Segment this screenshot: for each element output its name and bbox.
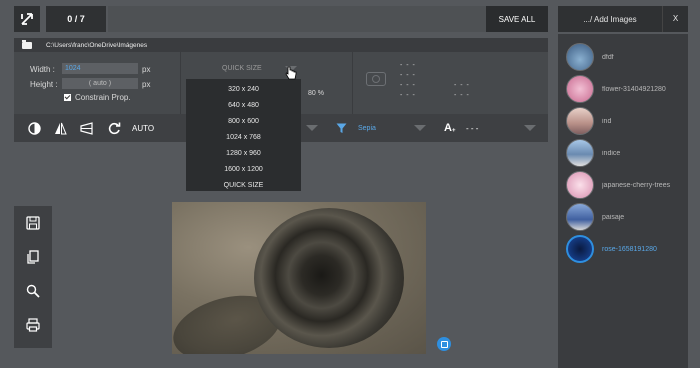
image-list-item[interactable]: dfdf xyxy=(566,42,688,72)
quick-size-option[interactable]: 1024 x 768 xyxy=(186,129,301,145)
exif-value: - - - xyxy=(454,82,470,89)
constrain-checkbox[interactable]: Constrain Prop. xyxy=(64,93,131,102)
chevron-down-icon[interactable] xyxy=(524,125,536,131)
exif-value: - - - xyxy=(400,62,416,69)
app-logo-icon[interactable] xyxy=(14,6,40,32)
hand-cursor-icon xyxy=(285,66,297,80)
image-list-item[interactable]: indice xyxy=(566,138,688,168)
contrast-icon[interactable] xyxy=(28,121,41,135)
constrain-label: Constrain Prop. xyxy=(75,93,131,102)
quick-size-option[interactable]: 1280 x 960 xyxy=(186,145,301,161)
flip-icon[interactable] xyxy=(54,121,67,135)
folder-icon[interactable] xyxy=(22,39,32,49)
text-size-value: - - - xyxy=(466,123,479,133)
camera-icon xyxy=(366,72,386,86)
filter-icon[interactable] xyxy=(336,121,347,135)
thumbnail xyxy=(566,75,594,103)
thumbnail xyxy=(566,107,594,135)
image-preview[interactable] xyxy=(172,202,426,354)
close-button[interactable]: X xyxy=(662,6,688,32)
top-strip xyxy=(108,6,486,32)
save-all-button[interactable]: SAVE ALL xyxy=(486,6,548,32)
quick-size-option[interactable]: QUICK SIZE xyxy=(186,177,301,193)
image-name: dfdf xyxy=(602,53,614,61)
photo-rose xyxy=(254,208,404,348)
image-list-item[interactable]: ind xyxy=(566,106,688,136)
image-counter: 0 / 7 xyxy=(46,6,106,32)
height-input[interactable] xyxy=(62,78,138,89)
save-icon[interactable] xyxy=(26,216,40,230)
height-unit: px xyxy=(142,80,151,89)
resize-arrow-icon xyxy=(21,13,33,25)
checkbox-checked-icon[interactable] xyxy=(64,94,71,101)
quick-size-dropdown: 320 x 240 640 x 480 800 x 600 1024 x 768… xyxy=(186,79,301,191)
image-name: rose-1658191280 xyxy=(602,245,657,253)
image-list-item[interactable]: paisaje xyxy=(566,202,688,232)
thumbnail xyxy=(566,203,594,231)
image-list-item[interactable]: japanese-cherry-trees xyxy=(566,170,688,200)
image-list-panel: dfdf flower-31404921280 ind indice japan… xyxy=(558,34,688,368)
text-size-icon[interactable]: A + xyxy=(444,121,455,135)
divider xyxy=(352,52,353,114)
width-label: Width : xyxy=(30,65,55,74)
quick-size-option[interactable]: 640 x 480 xyxy=(186,97,301,113)
crop-icon[interactable] xyxy=(437,337,451,351)
add-images-bar: .../ Add Images X xyxy=(558,6,688,32)
path-bar: C:\Users\franc\OneDrive\Imágenes xyxy=(14,38,548,52)
side-tools xyxy=(14,206,52,348)
exif-value: - - - xyxy=(400,72,416,79)
exif-value: - - - xyxy=(454,92,470,99)
image-name: paisaje xyxy=(602,213,625,221)
copy-icon[interactable] xyxy=(26,250,40,264)
height-label: Height : xyxy=(30,80,58,89)
quick-size-option[interactable]: 800 x 600 xyxy=(186,113,301,129)
divider xyxy=(180,52,181,114)
rotate-icon[interactable] xyxy=(108,121,121,135)
image-name: indice xyxy=(602,149,621,157)
quick-size-option[interactable]: 320 x 240 xyxy=(186,81,301,97)
thumbnail xyxy=(566,43,594,71)
width-input[interactable] xyxy=(62,63,138,74)
thumbnail xyxy=(566,139,594,167)
exif-value: - - - xyxy=(400,82,416,89)
image-name: japanese-cherry-trees xyxy=(602,181,671,189)
width-unit: px xyxy=(142,65,151,74)
quick-size-option[interactable]: 1600 x 1200 xyxy=(186,161,301,177)
image-list-item[interactable]: flower-31404921280 xyxy=(566,74,688,104)
zoom-icon[interactable] xyxy=(26,284,40,298)
thumbnail xyxy=(566,235,594,263)
exif-value: - - - xyxy=(400,92,416,99)
quality-percent: 80 % xyxy=(308,90,324,97)
chevron-down-icon[interactable] xyxy=(306,125,318,131)
auto-button[interactable]: AUTO xyxy=(132,121,154,135)
image-name: ind xyxy=(602,117,612,125)
perspective-icon[interactable] xyxy=(80,121,93,135)
quick-size-select[interactable]: QUICK SIZE xyxy=(222,65,262,72)
add-images-button[interactable]: .../ Add Images xyxy=(558,15,662,24)
print-icon[interactable] xyxy=(26,318,40,332)
thumbnail xyxy=(566,171,594,199)
chevron-down-icon[interactable] xyxy=(414,125,426,131)
image-name: flower-31404921280 xyxy=(602,85,666,93)
image-list-item-selected[interactable]: rose-1658191280 xyxy=(566,234,688,264)
filter-select[interactable]: Sepia xyxy=(358,121,376,135)
folder-path: C:\Users\franc\OneDrive\Imágenes xyxy=(46,41,148,49)
